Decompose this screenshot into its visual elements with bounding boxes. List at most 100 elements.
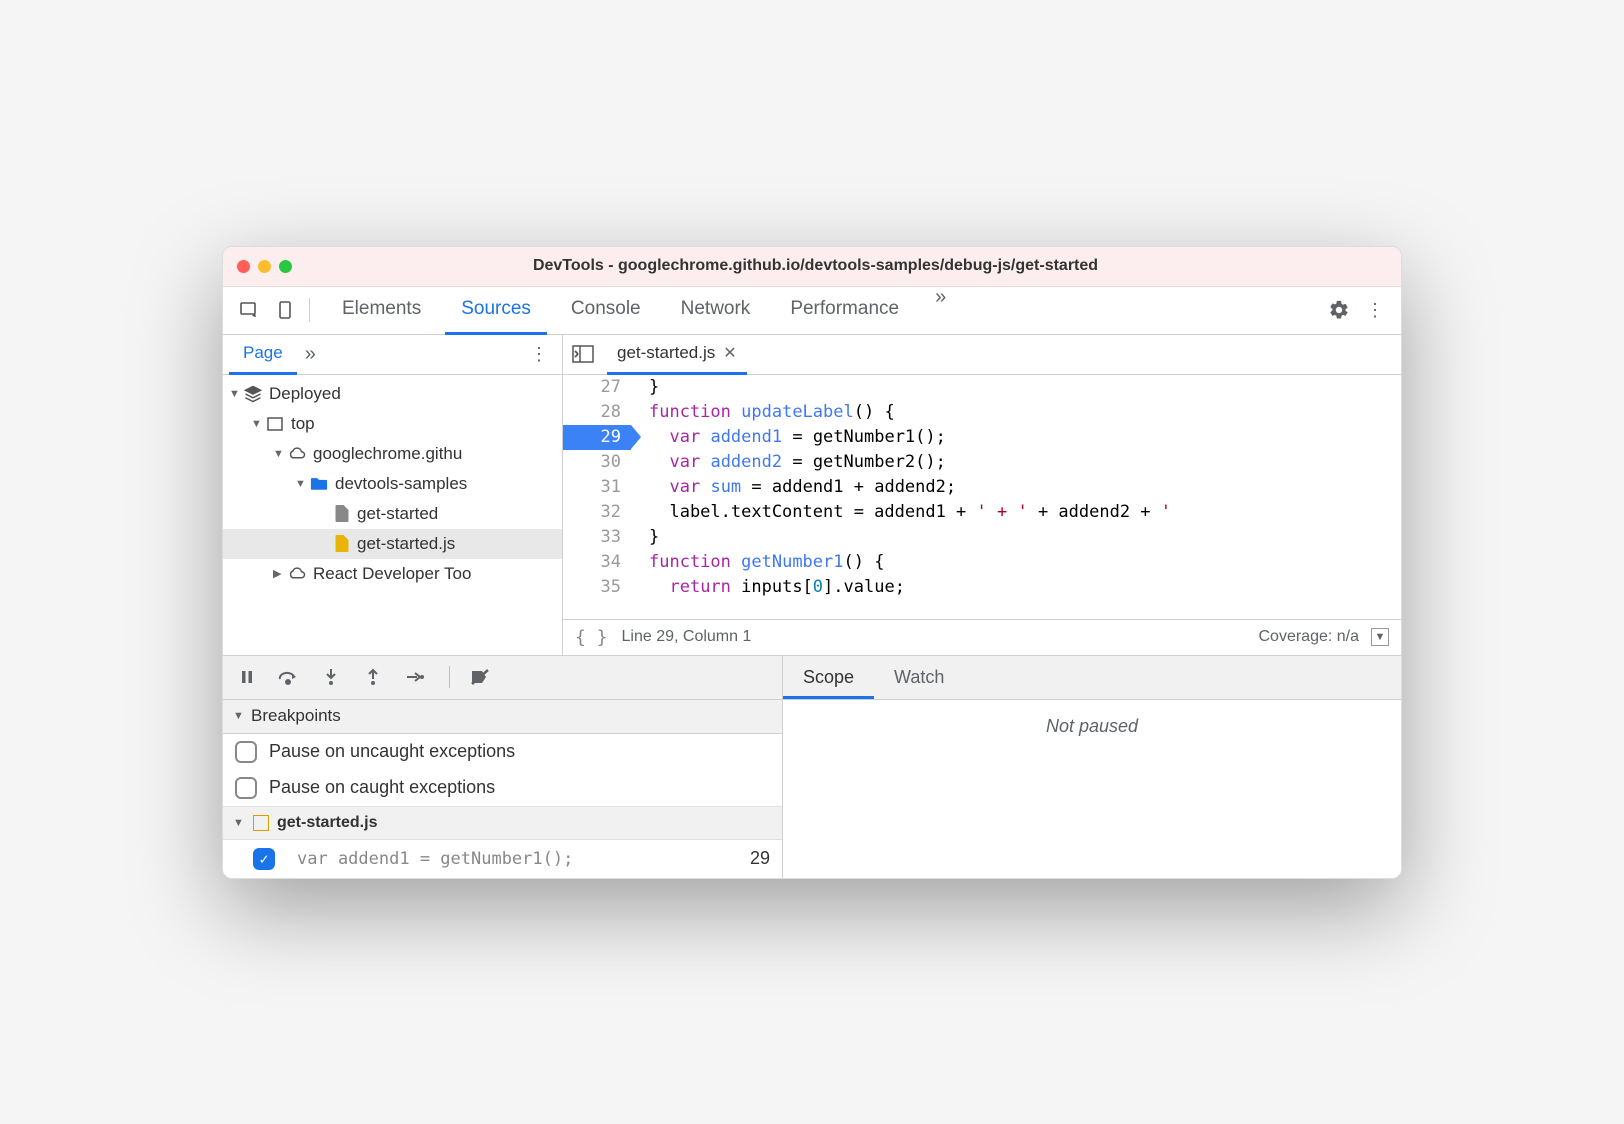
step-out-icon[interactable] [361, 665, 385, 689]
tree-file-html-label: get-started [357, 504, 438, 524]
code-area[interactable]: 272829303132333435 }function updateLabel… [563, 375, 1401, 619]
expand-arrow-icon [295, 478, 309, 490]
breakpoint-filename: get-started.js [277, 814, 377, 832]
code-line[interactable]: return inputs[0].value; [649, 575, 1401, 600]
tree-folder-label: devtools-samples [335, 474, 467, 494]
line-number[interactable]: 32 [563, 500, 631, 525]
tree-origin-label: googlechrome.githu [313, 444, 462, 464]
breakpoint-entry[interactable]: ✓ var addend1 = getNumber1(); 29 [223, 840, 782, 878]
main-toolbar: Elements Sources Console Network Perform… [223, 287, 1401, 335]
watch-tab[interactable]: Watch [874, 656, 964, 699]
coverage-label: Coverage: n/a [1258, 628, 1359, 646]
scope-tab[interactable]: Scope [783, 656, 874, 699]
tree-folder[interactable]: devtools-samples [223, 469, 562, 499]
checkbox-unchecked[interactable] [235, 741, 257, 763]
line-number[interactable]: 33 [563, 525, 631, 550]
scope-tabs: Scope Watch [783, 656, 1401, 700]
close-tab-icon[interactable]: ✕ [723, 343, 736, 363]
code-line[interactable]: var sum = addend1 + addend2; [649, 475, 1401, 500]
tree-react-label: React Developer Too [313, 564, 471, 584]
navigator-more-tabs-icon[interactable]: » [297, 343, 324, 366]
expand-arrow-icon [229, 388, 243, 400]
navigator-menu-icon[interactable]: ⋮ [522, 344, 556, 365]
breakpoint-line-number: 29 [750, 848, 770, 869]
expand-arrow-icon [233, 710, 247, 722]
window-title: DevTools - googlechrome.github.io/devtoo… [304, 257, 1327, 275]
navigator-tab-page[interactable]: Page [229, 334, 297, 375]
pause-uncaught-row[interactable]: Pause on uncaught exceptions [223, 734, 782, 770]
zoom-window-button[interactable] [279, 260, 292, 273]
step-into-icon[interactable] [319, 665, 343, 689]
code-line[interactable]: label.textContent = addend1 + ' + ' + ad… [649, 500, 1401, 525]
code-line[interactable]: function updateLabel() { [649, 400, 1401, 425]
devtools-window: DevTools - googlechrome.github.io/devtoo… [222, 246, 1402, 879]
cursor-position: Line 29, Column 1 [622, 628, 752, 646]
navigator-sidebar: Page » ⋮ Deployed top googlec [223, 335, 563, 655]
navigator-tabs: Page » ⋮ [223, 335, 562, 375]
tree-react-devtools[interactable]: React Developer Too [223, 559, 562, 589]
inspect-element-icon[interactable] [231, 292, 267, 328]
debugger-left-pane: Breakpoints Pause on uncaught exceptions… [223, 656, 783, 878]
line-number[interactable]: 31 [563, 475, 631, 500]
pretty-print-icon[interactable]: { } [575, 627, 608, 648]
tree-deployed[interactable]: Deployed [223, 379, 562, 409]
debugger-right-pane: Scope Watch Not paused [783, 656, 1401, 878]
tab-console[interactable]: Console [555, 286, 657, 335]
tree-origin[interactable]: googlechrome.githu [223, 439, 562, 469]
minimize-window-button[interactable] [258, 260, 271, 273]
tab-network[interactable]: Network [665, 286, 767, 335]
pause-icon[interactable] [235, 665, 259, 689]
navigator-toggle-icon[interactable] [569, 340, 597, 368]
code-content[interactable]: }function updateLabel() { var addend1 = … [631, 375, 1401, 619]
not-paused-message: Not paused [783, 700, 1401, 753]
tree-file-js[interactable]: get-started.js [223, 529, 562, 559]
line-number[interactable]: 35 [563, 575, 631, 600]
breakpoint-file-icon [253, 815, 269, 831]
deployed-icon [243, 384, 263, 404]
editor-tabs: get-started.js ✕ [563, 335, 1401, 375]
code-line[interactable]: var addend2 = getNumber2(); [649, 450, 1401, 475]
step-over-icon[interactable] [277, 665, 301, 689]
line-gutter[interactable]: 272829303132333435 [563, 375, 631, 619]
editor-tab-file[interactable]: get-started.js ✕ [607, 334, 747, 375]
expand-arrow-icon [273, 448, 287, 460]
code-line[interactable]: } [649, 375, 1401, 400]
tree-file-html[interactable]: get-started [223, 499, 562, 529]
more-tabs-icon[interactable]: » [923, 286, 958, 335]
device-toolbar-icon[interactable] [267, 292, 303, 328]
deactivate-breakpoints-icon[interactable] [468, 665, 492, 689]
code-line[interactable]: var addend1 = getNumber1(); [649, 425, 1401, 450]
tree-top-label: top [291, 414, 315, 434]
tree-deployed-label: Deployed [269, 384, 341, 404]
line-number[interactable]: 27 [563, 375, 631, 400]
file-tree: Deployed top googlechrome.githu devtools… [223, 375, 562, 589]
tree-top[interactable]: top [223, 409, 562, 439]
pause-caught-row[interactable]: Pause on caught exceptions [223, 770, 782, 806]
breakpoints-title: Breakpoints [251, 706, 341, 726]
kebab-menu-icon[interactable]: ⋮ [1357, 292, 1393, 328]
settings-icon[interactable] [1321, 292, 1357, 328]
debugger-toolbar [223, 656, 782, 700]
toolbar-separator [449, 666, 450, 688]
tab-sources[interactable]: Sources [445, 286, 547, 335]
breakpoint-file-header[interactable]: get-started.js [223, 806, 782, 840]
step-icon[interactable] [403, 665, 427, 689]
breakpoints-header[interactable]: Breakpoints [223, 700, 782, 734]
cloud-icon [287, 444, 307, 464]
code-line[interactable]: } [649, 525, 1401, 550]
tab-performance[interactable]: Performance [774, 286, 915, 335]
line-number[interactable]: 34 [563, 550, 631, 575]
checkbox-checked[interactable]: ✓ [253, 848, 275, 870]
line-number[interactable]: 30 [563, 450, 631, 475]
editor-statusbar: { } Line 29, Column 1 Coverage: n/a ▼ [563, 619, 1401, 655]
tab-elements[interactable]: Elements [326, 286, 437, 335]
line-number[interactable]: 29 [563, 425, 631, 450]
close-window-button[interactable] [237, 260, 250, 273]
coverage-menu-icon[interactable]: ▼ [1371, 628, 1389, 646]
editor-tab-filename: get-started.js [617, 343, 715, 363]
expand-arrow-icon [273, 567, 287, 580]
code-line[interactable]: function getNumber1() { [649, 550, 1401, 575]
folder-icon [309, 474, 329, 494]
checkbox-unchecked[interactable] [235, 777, 257, 799]
line-number[interactable]: 28 [563, 400, 631, 425]
